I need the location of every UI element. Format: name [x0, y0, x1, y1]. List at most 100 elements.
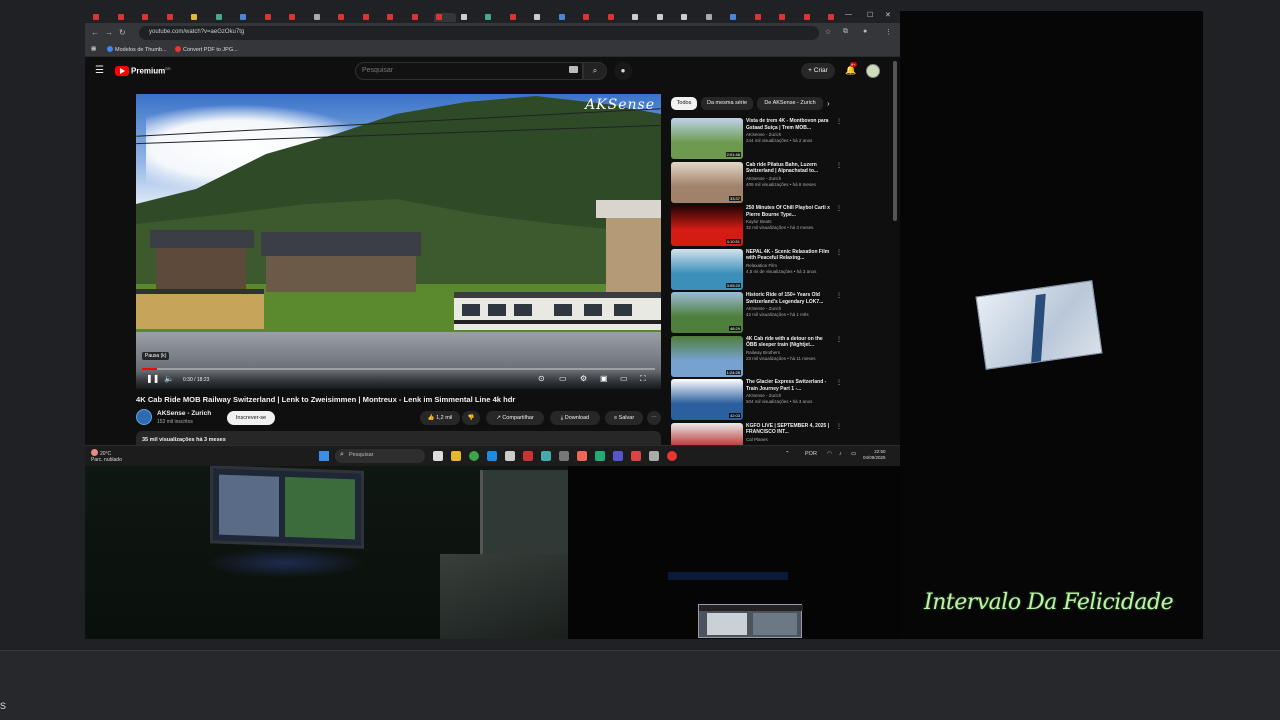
- browser-tab[interactable]: [581, 13, 603, 22]
- video-thumbnail[interactable]: 48:29: [671, 292, 743, 333]
- browser-tab[interactable]: [385, 13, 407, 22]
- tray-chevron-icon[interactable]: ⌃: [785, 451, 790, 457]
- file-explorer-icon[interactable]: [451, 451, 461, 461]
- more-options-icon[interactable]: ⋮: [836, 249, 842, 256]
- video-player[interactable]: AKSense Pausa (k) ❚❚ 🔈 0:30 / 18:23 ⊙ ▭ …: [136, 94, 661, 389]
- browser-tab[interactable]: [238, 13, 260, 22]
- subscribe-button[interactable]: Inscrever-se: [227, 411, 275, 425]
- browser-tab[interactable]: [508, 13, 530, 22]
- browser-tab[interactable]: [214, 13, 236, 22]
- video-thumbnail[interactable]: 2:01:46: [671, 118, 743, 159]
- related-video-title[interactable]: 4K Cab ride with a detour on the ÖBB sle…: [746, 336, 834, 349]
- bookmark-item[interactable]: Convert PDF to JPG...: [175, 46, 238, 53]
- maximize-icon[interactable]: ☐: [867, 11, 873, 19]
- browser-tab[interactable]: [777, 13, 799, 22]
- browser-tab[interactable]: [287, 13, 309, 22]
- notifications-button[interactable]: 🔔 9+: [845, 62, 857, 76]
- browser-tab[interactable]: [336, 13, 358, 22]
- progress-bar[interactable]: [142, 368, 655, 370]
- video-thumbnail[interactable]: 33:37: [671, 161, 743, 203]
- more-options-icon[interactable]: ⋮: [836, 118, 842, 125]
- close-icon[interactable]: ✕: [885, 11, 891, 19]
- related-video-title[interactable]: The Glacier Express Switzerland - Train …: [746, 379, 834, 392]
- extensions-icon[interactable]: ⧉: [843, 28, 848, 36]
- video-thumbnail[interactable]: 1:24:28: [671, 335, 743, 377]
- related-video-title[interactable]: Cab ride Pilatus Bahn, Luzern Switzerlan…: [746, 162, 834, 175]
- task-view-icon[interactable]: [433, 451, 443, 461]
- more-options-icon[interactable]: ⋮: [836, 423, 842, 430]
- browser-tab[interactable]: [459, 13, 481, 22]
- browser-tab[interactable]: [802, 13, 824, 22]
- browser-tab[interactable]: [630, 13, 652, 22]
- browser-tab[interactable]: [189, 13, 211, 22]
- browser-tab[interactable]: [728, 13, 750, 22]
- page-scrollbar[interactable]: [893, 61, 897, 221]
- browser-tab[interactable]: [532, 13, 554, 22]
- browser-tab[interactable]: [312, 13, 334, 22]
- related-video-item[interactable]: 33:37 Cab ride Pilatus Bahn, Luzern Switz…: [671, 161, 891, 204]
- like-button[interactable]: 👍 1,2 mil: [420, 411, 460, 425]
- app-icon[interactable]: [577, 451, 587, 461]
- browser-tab[interactable]: [679, 13, 701, 22]
- keyboard-language[interactable]: POR: [805, 451, 817, 457]
- more-options-icon[interactable]: ⋮: [836, 205, 842, 212]
- menu-icon[interactable]: ☰: [95, 65, 104, 76]
- video-thumbnail[interactable]: 4:10:51: [671, 205, 743, 246]
- app-icon[interactable]: [559, 451, 569, 461]
- create-button[interactable]: + Criar: [801, 63, 835, 79]
- browser-tab[interactable]: [557, 13, 579, 22]
- taskbar-search[interactable]: ⌕ Pesquisar: [335, 449, 425, 463]
- related-video-title[interactable]: Vista de trem 4K - Montbovon para Gstaad…: [746, 118, 834, 131]
- save-button[interactable]: ≡ Salvar: [605, 411, 643, 425]
- browser-tab[interactable]: [116, 13, 138, 22]
- browser-tab[interactable]: [91, 13, 113, 22]
- youtube-brand[interactable]: PremiumBR: [131, 66, 171, 76]
- browser-tab[interactable]: [410, 13, 432, 22]
- back-icon[interactable]: ←: [91, 28, 99, 37]
- channel-avatar[interactable]: [136, 409, 152, 425]
- chip[interactable]: Todos: [671, 97, 697, 110]
- browser-tab[interactable]: [361, 13, 383, 22]
- related-video-item[interactable]: 42:03 The Glacier Express Switzerland - T…: [671, 379, 891, 421]
- theater-icon[interactable]: ▭: [620, 374, 628, 383]
- app-icon[interactable]: [613, 451, 623, 461]
- dislike-button[interactable]: 👎: [462, 411, 480, 425]
- related-video-title[interactable]: Historic Ride of 150+ Years Old Switzerl…: [746, 292, 834, 305]
- related-video-item[interactable]: 48:29 Historic Ride of 150+ Years Old Swi…: [671, 292, 891, 334]
- volume-tray-icon[interactable]: ♪: [839, 451, 842, 457]
- related-video-item[interactable]: 1:24:28 4K Cab ride with a detour on the …: [671, 335, 891, 378]
- forward-icon[interactable]: →: [105, 28, 113, 37]
- pause-icon[interactable]: ❚❚: [146, 374, 159, 383]
- related-video-title[interactable]: 250 Minutes Of Chill Playboi Carti x Pie…: [746, 205, 834, 218]
- autoplay-toggle[interactable]: ⊙: [538, 374, 545, 383]
- app-icon[interactable]: [523, 451, 533, 461]
- more-options-icon[interactable]: ⋮: [836, 336, 842, 343]
- captions-icon[interactable]: ▭: [559, 374, 567, 383]
- related-video-title[interactable]: NEPAL 4K - Scenic Relaxation Film with P…: [746, 249, 834, 262]
- app-icon[interactable]: [631, 451, 641, 461]
- video-thumbnail[interactable]: 3:05:20: [671, 248, 743, 290]
- chip[interactable]: Da mesma série: [701, 97, 753, 110]
- profile-icon[interactable]: ●: [863, 28, 867, 35]
- video-thumbnail[interactable]: 42:03: [671, 379, 743, 420]
- app-icon[interactable]: [667, 451, 677, 461]
- more-actions-button[interactable]: ⋯: [647, 411, 661, 425]
- reload-icon[interactable]: ↻: [119, 28, 126, 37]
- chevron-right-icon[interactable]: ›: [827, 99, 830, 108]
- channel-name[interactable]: AKSense - Zurich: [157, 410, 211, 417]
- fullscreen-icon[interactable]: ⛶: [640, 374, 646, 384]
- more-options-icon[interactable]: ⋮: [836, 379, 842, 386]
- settings-icon[interactable]: ⚙: [580, 374, 587, 383]
- volume-icon[interactable]: 🔈: [164, 374, 174, 383]
- keyboard-icon[interactable]: [569, 66, 578, 73]
- download-button[interactable]: ⤓ Download: [550, 411, 600, 425]
- browser-tab[interactable]: [140, 13, 162, 22]
- address-bar[interactable]: youtube.com/watch?v=aeGzOku7tg: [139, 26, 819, 40]
- bookmark-item[interactable]: Modelos de Thumb...: [107, 46, 167, 53]
- apps-icon[interactable]: ▦: [91, 46, 96, 52]
- browser-tab[interactable]: [263, 13, 285, 22]
- app-icon[interactable]: [595, 451, 605, 461]
- app-icon[interactable]: [649, 451, 659, 461]
- more-options-icon[interactable]: ⋮: [836, 162, 842, 169]
- browser-tab[interactable]: [606, 13, 628, 22]
